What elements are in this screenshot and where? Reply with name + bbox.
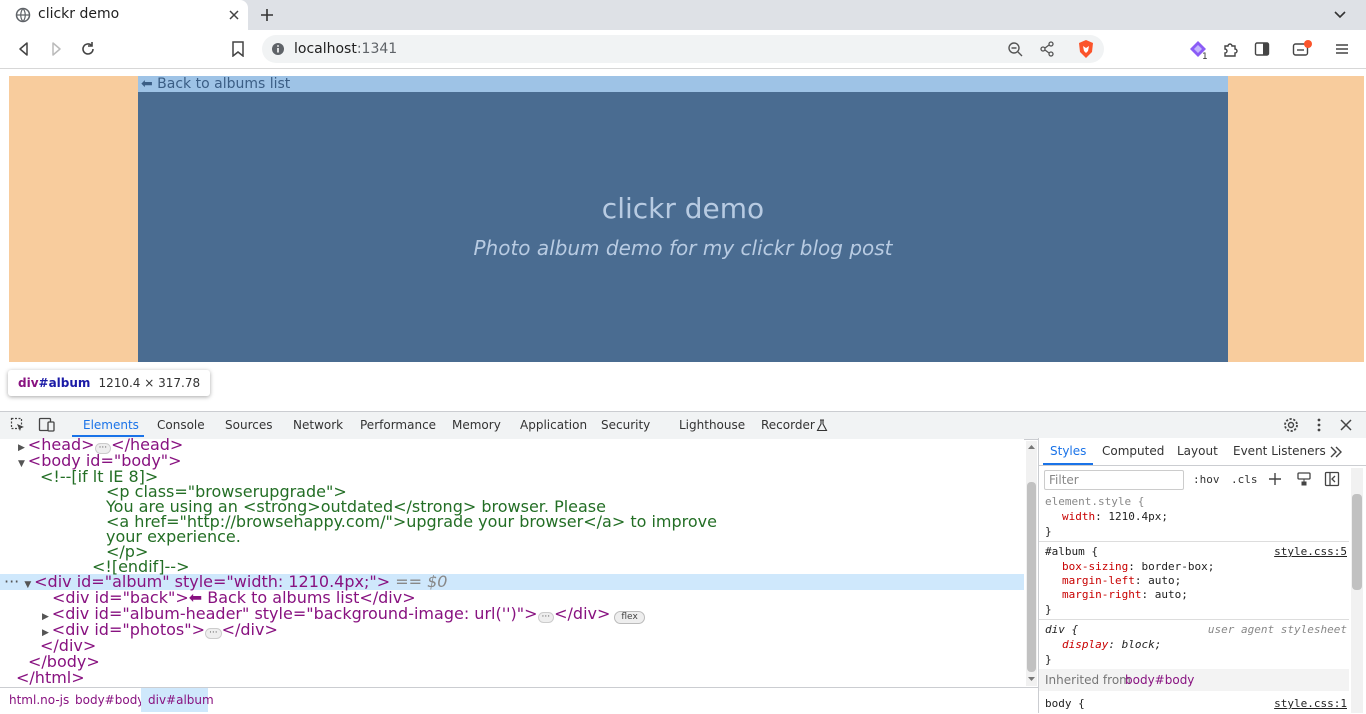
scroll-up-icon[interactable]: [1027, 443, 1036, 450]
album-prop-box-sizing[interactable]: box-sizing: border-box;: [1062, 560, 1214, 573]
rule-close: }: [1045, 653, 1052, 666]
rule-close: }: [1045, 525, 1052, 538]
css-prop: width: [1062, 510, 1096, 523]
device-toolbar-icon[interactable]: [38, 417, 56, 433]
album-title: clickr demo: [601, 192, 765, 225]
paint-icon[interactable]: [1297, 472, 1311, 486]
close-devtools-icon[interactable]: [1339, 418, 1353, 432]
tab-application[interactable]: Application: [520, 418, 587, 432]
back-icon[interactable]: [16, 41, 32, 57]
more-options-icon[interactable]: [1313, 417, 1325, 433]
element-inspect-tooltip: div#album 1210.4 × 317.78: [8, 370, 211, 396]
tab-performance[interactable]: Performance: [360, 418, 436, 432]
zoom-out-icon[interactable]: [1007, 41, 1023, 57]
tooltip-id: #album: [38, 376, 91, 390]
site-info-icon[interactable]: [271, 42, 285, 56]
url-text: localhost:1341: [294, 41, 397, 57]
wallet-badge: 1: [1202, 52, 1208, 62]
tab-lighthouse[interactable]: Lighthouse: [679, 418, 745, 432]
settings-gear-icon[interactable]: [1283, 417, 1299, 433]
new-rule-icon[interactable]: [1269, 472, 1283, 486]
notifications-icon[interactable]: [1292, 40, 1312, 58]
breadcrumb-album[interactable]: div#album: [148, 693, 214, 707]
album-prop-margin-left[interactable]: margin-left: auto;: [1062, 574, 1181, 587]
tab-security[interactable]: Security: [601, 418, 650, 432]
element-style-selector: element.style {: [1045, 495, 1145, 508]
album-subtitle: Photo album demo for my clickr blog post: [473, 236, 893, 260]
forward-icon[interactable]: [48, 41, 64, 57]
tab-elements[interactable]: Elements: [83, 418, 139, 432]
rule-close: }: [1045, 603, 1052, 616]
devtools-tab-bar: Elements Console Sources Network Perform…: [0, 411, 1366, 440]
inspect-element-icon[interactable]: [10, 417, 26, 433]
share-icon[interactable]: [1039, 41, 1055, 57]
url-host: localhost: [294, 41, 357, 57]
extensions-icon[interactable]: [1222, 41, 1238, 57]
reload-icon[interactable]: [80, 41, 96, 57]
flex-badge: flex: [614, 611, 645, 624]
styles-tab-indicator: [1043, 463, 1093, 465]
globe-icon: [15, 7, 31, 23]
hov-toggle[interactable]: :hov: [1193, 473, 1220, 486]
tab-layout[interactable]: Layout: [1177, 444, 1218, 458]
new-tab-icon[interactable]: [259, 7, 275, 23]
breadcrumb-body[interactable]: body#body: [75, 693, 144, 707]
tab-event-listeners[interactable]: Event Listeners: [1233, 444, 1326, 458]
filter-placeholder: Filter: [1049, 473, 1079, 487]
tab-title: clickr demo: [38, 6, 120, 22]
body-rule-source-link[interactable]: style.css:1: [1274, 697, 1347, 710]
breadcrumb: html.no-js body#body div#album: [0, 687, 1038, 714]
breadcrumb-html[interactable]: html.no-js: [9, 693, 69, 707]
more-tabs-icon[interactable]: [1329, 446, 1343, 458]
css-value: 1210.4px;: [1108, 510, 1168, 523]
tab-console[interactable]: Console: [157, 418, 205, 432]
rule-divider: [1039, 619, 1349, 620]
tab-sources[interactable]: Sources: [225, 418, 272, 432]
rule-divider: [1039, 541, 1349, 542]
menu-icon[interactable]: [1334, 41, 1350, 57]
tab-recorder[interactable]: Recorder: [761, 418, 815, 432]
album-rule-selector: #album {: [1045, 545, 1098, 558]
tab-search-chevron-icon[interactable]: [1333, 8, 1347, 22]
close-tab-icon[interactable]: [228, 9, 240, 21]
styles-pane: Styles Computed Layout Event Listeners F…: [1038, 438, 1366, 713]
tooltip-dimensions: 1210.4 × 317.78: [98, 376, 201, 390]
inherited-from-link[interactable]: body#body: [1125, 673, 1194, 687]
toggle-sidebar-icon[interactable]: [1324, 471, 1340, 487]
url-port: :1341: [356, 41, 398, 57]
dom-close-html: </html>: [16, 668, 85, 687]
bookmark-icon[interactable]: [231, 41, 245, 57]
tab-network[interactable]: Network: [293, 418, 343, 432]
album-prop-margin-right[interactable]: margin-right: auto;: [1062, 588, 1188, 601]
tab-computed[interactable]: Computed: [1102, 444, 1164, 458]
flask-icon: [816, 419, 828, 432]
element-style-declaration[interactable]: width: 1210.4px;: [1062, 510, 1168, 523]
styles-scrollbar-thumb[interactable]: [1352, 494, 1362, 590]
back-link-bar[interactable]: ⬅ Back to albums list: [138, 76, 1228, 92]
user-agent-stylesheet-label: user agent stylesheet: [1207, 623, 1347, 636]
scroll-down-icon[interactable]: [1027, 676, 1036, 683]
tooltip-tag: div: [18, 376, 39, 390]
back-to-albums-link[interactable]: ⬅ Back to albums list: [141, 76, 290, 92]
album-rule-source-link[interactable]: style.css:5: [1274, 545, 1347, 558]
div-rule-selector: div {: [1045, 623, 1079, 636]
inherited-header: Inherited from body#body: [1039, 669, 1349, 691]
div-prop-display: display: block;: [1062, 638, 1162, 651]
tab-styles[interactable]: Styles: [1050, 444, 1086, 458]
browser-tab[interactable]: clickr demo: [0, 0, 248, 30]
inherited-label: Inherited from: [1045, 673, 1131, 687]
sidebar-icon[interactable]: [1254, 41, 1270, 57]
tab-memory[interactable]: Memory: [452, 418, 501, 432]
styles-filter-input[interactable]: Filter: [1044, 470, 1184, 490]
brave-shield-icon[interactable]: [1077, 39, 1095, 59]
body-rule-selector: body {: [1045, 697, 1085, 710]
cls-toggle[interactable]: .cls: [1231, 473, 1258, 486]
elements-scrollbar-thumb[interactable]: [1027, 482, 1036, 672]
